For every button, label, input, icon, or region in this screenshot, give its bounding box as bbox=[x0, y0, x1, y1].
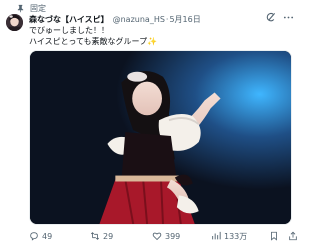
like-icon bbox=[152, 232, 162, 241]
tweet-text-line-2: ハイスピとっても素敵なグループ✨ bbox=[29, 36, 157, 47]
tweet-text-line-1: でびゅーしました！！ bbox=[29, 26, 109, 35]
bookmark-button[interactable] bbox=[269, 231, 279, 241]
reply-button[interactable]: 49 bbox=[29, 231, 52, 241]
avatar[interactable] bbox=[6, 14, 23, 31]
reply-icon bbox=[30, 232, 38, 241]
tweet-header: 森なづな【ハイスピ】 @nazuna_HS · 5月16日 bbox=[29, 13, 260, 25]
pin-icon bbox=[17, 4, 24, 12]
share-icon bbox=[289, 231, 297, 241]
views-button[interactable]: 133万 bbox=[211, 231, 247, 242]
tweet-action-bar: 49 29 399 133万 bbox=[25, 228, 300, 244]
grok-icon[interactable] bbox=[265, 12, 276, 23]
tweet-top-actions bbox=[265, 12, 294, 23]
bookmark-icon bbox=[271, 231, 277, 241]
sparkle-emoji: ✨ bbox=[147, 37, 158, 46]
retweet-count: 29 bbox=[103, 231, 114, 241]
views-icon bbox=[212, 231, 221, 240]
author-handle[interactable]: @nazuna_HS bbox=[113, 15, 165, 24]
author-name[interactable]: 森なづな【ハイスピ】 bbox=[29, 14, 109, 25]
reply-count: 49 bbox=[42, 231, 53, 241]
views-count: 133万 bbox=[224, 231, 248, 241]
like-count: 399 bbox=[165, 231, 181, 241]
tweet-date[interactable]: 5月16日 bbox=[169, 14, 200, 25]
retweet-icon bbox=[90, 232, 100, 240]
more-icon[interactable] bbox=[283, 12, 294, 23]
retweet-button[interactable]: 29 bbox=[90, 231, 113, 241]
tweet-text-line-2-body: ハイスピとっても素敵なグループ bbox=[29, 37, 148, 46]
like-button[interactable]: 399 bbox=[152, 231, 180, 241]
tweet-photo[interactable] bbox=[29, 50, 292, 225]
pinned-label: 固定 bbox=[30, 3, 46, 13]
share-button[interactable] bbox=[288, 231, 298, 241]
separator: · bbox=[165, 14, 169, 24]
